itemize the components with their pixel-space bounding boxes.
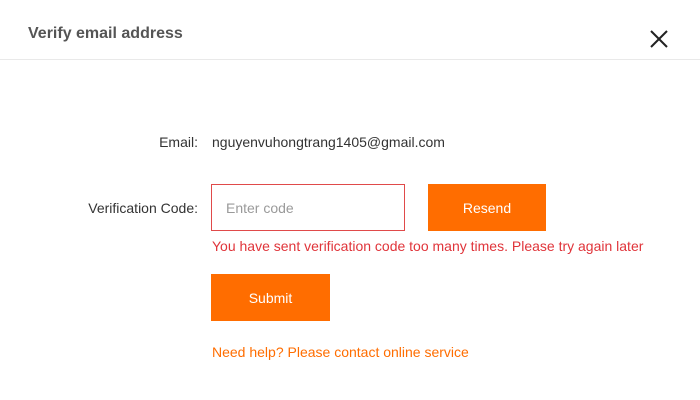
close-button[interactable] <box>645 25 673 53</box>
verify-email-dialog: Verify email address Email: nguyenvuhong… <box>0 0 700 400</box>
resend-button[interactable]: Resend <box>428 184 546 231</box>
dialog-title: Verify email address <box>28 25 183 42</box>
email-value: nguyenvuhongtrang1405@gmail.com <box>212 134 445 150</box>
error-message: You have sent verification code too many… <box>212 238 644 254</box>
help-link[interactable]: Need help? Please contact online service <box>212 342 469 362</box>
dialog-header: Verify email address <box>0 0 700 60</box>
email-label: Email: <box>159 134 198 150</box>
submit-button[interactable]: Submit <box>211 274 330 321</box>
verification-code-input[interactable] <box>211 184 405 231</box>
close-icon <box>650 30 668 48</box>
verification-code-label: Verification Code: <box>88 200 198 216</box>
